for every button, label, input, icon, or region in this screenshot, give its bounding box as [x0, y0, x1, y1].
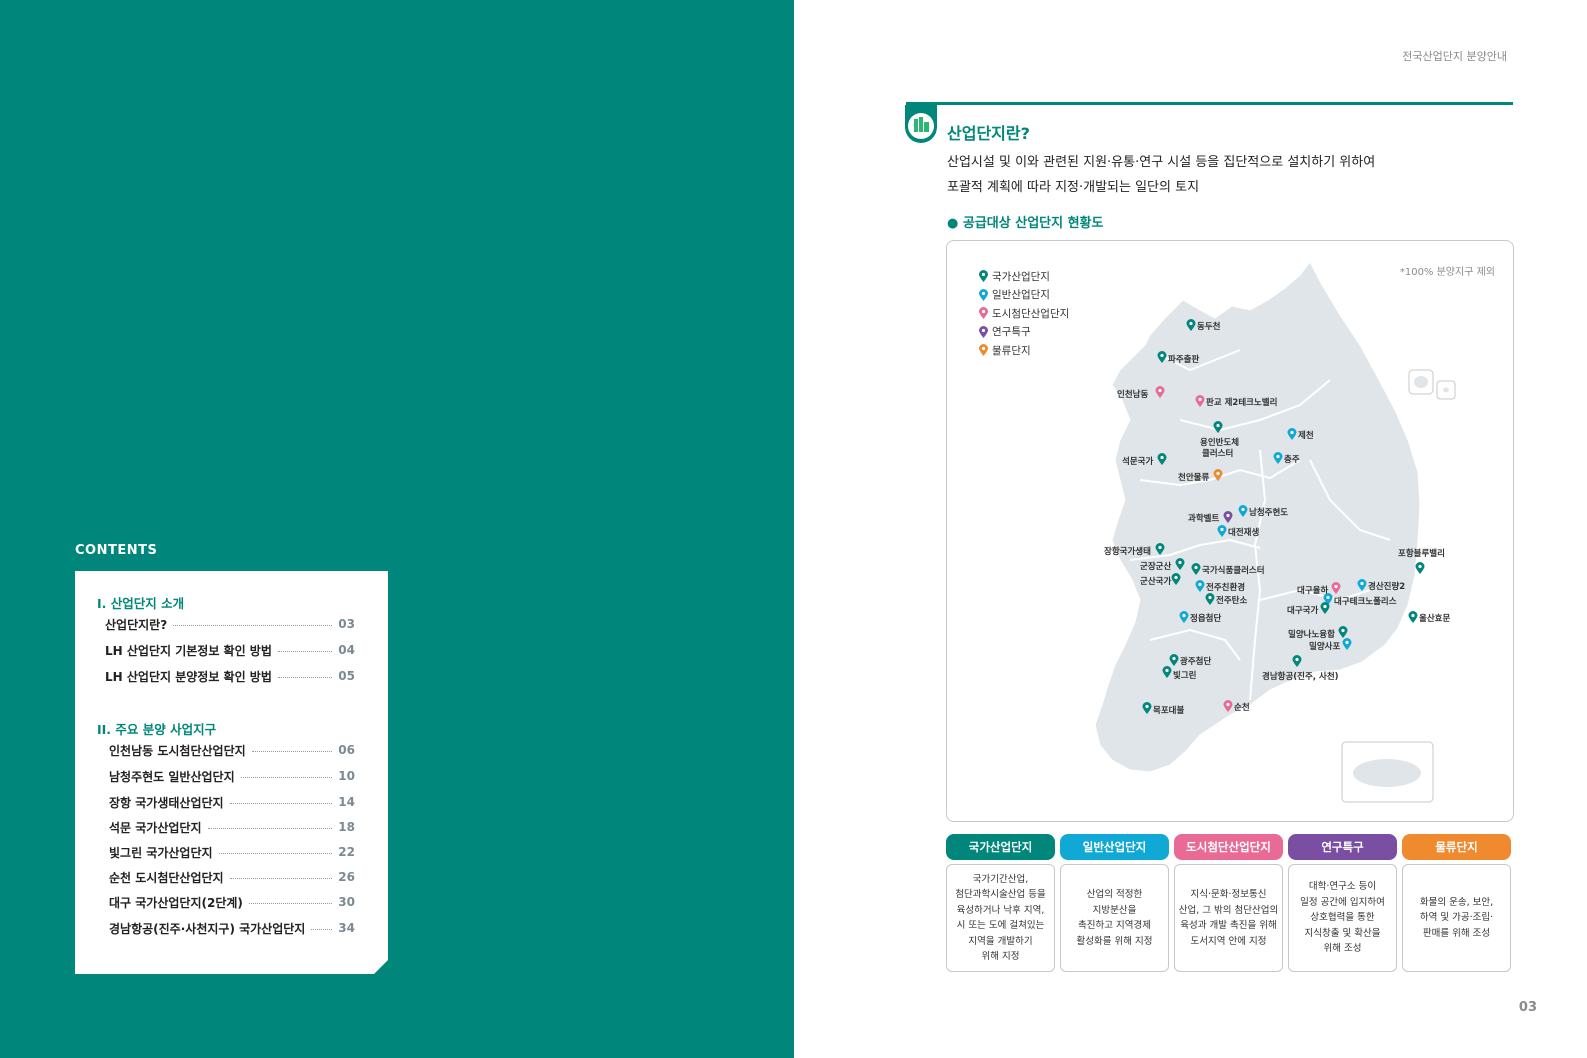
pin-icon — [979, 344, 988, 357]
toc-item-label: 산업단지란? — [105, 617, 168, 632]
running-head: 전국산업단지 분양안내 — [1402, 50, 1507, 63]
legend-label: 일반산업단지 — [992, 289, 1050, 302]
toc-item[interactable]: 남청주현도 일반산업단지 10 — [109, 767, 355, 785]
toc-leader — [278, 677, 332, 678]
legend-item: 물류단지 — [979, 341, 1069, 360]
toc-item[interactable]: 순천 도시첨단산업단지 26 — [109, 868, 355, 886]
pin-icon — [979, 288, 988, 301]
map-panel: *100% 분양지구 제외 국가산업단지 일반산업단지 도시첨단산업단지 연구특… — [946, 240, 1514, 822]
toc-page-number: 26 — [338, 870, 355, 884]
category-title: 연구특구 — [1288, 834, 1397, 860]
toc-item[interactable]: 석문 국가산업단지 18 — [109, 818, 355, 836]
toc-item-label: 석문 국가산업단지 — [109, 820, 202, 835]
definition-text: 산업시설 및 이와 관련된 지원·유통·연구 시설 등을 집단적으로 설치하기 … — [947, 150, 1375, 200]
left-page: CONTENTS I. 산업단지 소개 산업단지란? 03 LH 산업단지 기본정… — [0, 0, 794, 1058]
table-of-contents: I. 산업단지 소개 산업단지란? 03 LH 산업단지 기본정보 확인 방법 04… — [75, 571, 388, 974]
map-legend: 국가산업단지 일반산업단지 도시첨단산업단지 연구특구 물류단지 — [979, 267, 1069, 360]
toc-page-number: 06 — [338, 743, 355, 757]
pin-icon — [979, 307, 988, 320]
toc-item[interactable]: 빛그린 국가산업단지 22 — [109, 843, 355, 861]
category-title: 일반산업단지 — [1060, 834, 1169, 860]
category-card-national: 국가산업단지 국가기간산업, 첨단과학시술산업 등을 육성하거나 낙후 지역, … — [946, 834, 1055, 972]
toc-section-title: II. 주요 분양 사업지구 — [97, 722, 217, 737]
map-heading: ● 공급대상 산업단지 현황도 — [947, 216, 1104, 231]
title-rule — [906, 102, 1513, 105]
page-number: 03 — [1518, 1000, 1537, 1015]
toc-leader — [278, 651, 332, 652]
toc-leader — [173, 625, 332, 626]
toc-leader — [230, 803, 333, 804]
toc-item-label: 경남항공(진주·사천지구) 국가산업단지 — [109, 921, 306, 936]
category-description: 산업의 적정한 지방분산을 촉진하고 지역경제 활성화를 위해 지정 — [1060, 864, 1169, 972]
toc-page-number: 22 — [338, 845, 355, 859]
category-card-research: 연구특구 대학·연구소 등이 일정 공간에 입지하여 상호협력을 통한 지식창출… — [1288, 834, 1397, 972]
toc-item[interactable]: LH 산업단지 기본정보 확인 방법 04 — [105, 641, 355, 659]
toc-item-label: 남청주현도 일반산업단지 — [109, 769, 235, 784]
toc-leader — [252, 751, 333, 752]
definition-line: 산업시설 및 이와 관련된 지원·유통·연구 시설 등을 집단적으로 설치하기 … — [947, 155, 1376, 170]
toc-page-number: 10 — [338, 769, 355, 783]
toc-page-number: 14 — [338, 795, 355, 809]
toc-item-label: 인천남동 도시첨단산업단지 — [109, 743, 246, 758]
legend-label: 연구특구 — [992, 326, 1031, 339]
legend-label: 국가산업단지 — [992, 270, 1050, 283]
toc-leader — [249, 903, 332, 904]
category-description: 지식·문화·정보통신 산업, 그 밖의 첨단산업의 육성과 개발 촉진을 위해 … — [1174, 864, 1283, 972]
toc-leader — [311, 929, 332, 930]
legend-label: 물류단지 — [992, 344, 1031, 357]
toc-item-label: 대구 국가산업단지(2단계) — [109, 895, 243, 910]
category-card-urban: 도시첨단산업단지 지식·문화·정보통신 산업, 그 밖의 첨단산업의 육성과 개… — [1174, 834, 1283, 972]
toc-page-number: 03 — [338, 617, 355, 631]
toc-section-title: I. 산업단지 소개 — [97, 596, 185, 611]
toc-item-label: 장항 국가생태산업단지 — [109, 795, 224, 810]
toc-leader — [208, 828, 333, 829]
pin-icon — [979, 270, 988, 283]
category-title: 도시첨단산업단지 — [1174, 834, 1283, 860]
toc-page-number: 30 — [338, 895, 355, 909]
toc-item[interactable]: 산업단지란? 03 — [105, 615, 355, 633]
legend-item: 일반산업단지 — [979, 286, 1069, 305]
contents-label: CONTENTS — [75, 543, 158, 558]
toc-leader — [219, 853, 333, 854]
category-title: 국가산업단지 — [946, 834, 1055, 860]
legend-item: 도시첨단산업단지 — [979, 304, 1069, 323]
toc-page-number: 04 — [338, 643, 355, 657]
legend-item: 국가산업단지 — [979, 267, 1069, 286]
category-description: 국가기간산업, 첨단과학시술산업 등을 육성하거나 낙후 지역, 시 또는 도에… — [946, 864, 1055, 972]
toc-leader — [230, 878, 333, 879]
category-title: 물류단지 — [1402, 834, 1511, 860]
pin-icon — [979, 325, 988, 338]
legend-item: 연구특구 — [979, 323, 1069, 342]
page-title: 산업단지란? — [947, 124, 1030, 143]
legend-label: 도시첨단산업단지 — [992, 307, 1070, 320]
toc-item[interactable]: LH 산업단지 분양정보 확인 방법 05 — [105, 667, 355, 685]
toc-item-label: 빛그린 국가산업단지 — [109, 845, 213, 860]
toc-item-label: 순천 도시첨단산업단지 — [109, 870, 224, 885]
category-description: 대학·연구소 등이 일정 공간에 입지하여 상호협력을 통한 지식창출 및 확산… — [1288, 864, 1397, 972]
map-note: *100% 분양지구 제외 — [1399, 267, 1495, 278]
toc-page-number: 18 — [338, 820, 355, 834]
toc-item[interactable]: 인천남동 도시첨단산업단지 06 — [109, 741, 355, 759]
toc-item[interactable]: 장항 국가생태산업단지 14 — [109, 793, 355, 811]
factory-icon — [905, 105, 937, 143]
toc-item-label: LH 산업단지 분양정보 확인 방법 — [105, 669, 272, 684]
category-card-logistics: 물류단지 화물의 운송, 보안, 하역 및 가공·조립· 판매를 위해 조성 — [1402, 834, 1511, 972]
toc-item[interactable]: 경남항공(진주·사천지구) 국가산업단지 34 — [109, 919, 355, 937]
category-card-general: 일반산업단지 산업의 적정한 지방분산을 촉진하고 지역경제 활성화를 위해 지… — [1060, 834, 1169, 972]
toc-leader — [241, 777, 333, 778]
category-description: 화물의 운송, 보안, 하역 및 가공·조립· 판매를 위해 조성 — [1402, 864, 1511, 972]
toc-item-label: LH 산업단지 기본정보 확인 방법 — [105, 643, 272, 658]
definition-line: 포괄적 계획에 따라 지정·개발되는 일단의 토지 — [947, 180, 1200, 195]
toc-page-number: 05 — [338, 669, 355, 683]
toc-page-number: 34 — [338, 921, 355, 935]
toc-item[interactable]: 대구 국가산업단지(2단계) 30 — [109, 893, 355, 911]
